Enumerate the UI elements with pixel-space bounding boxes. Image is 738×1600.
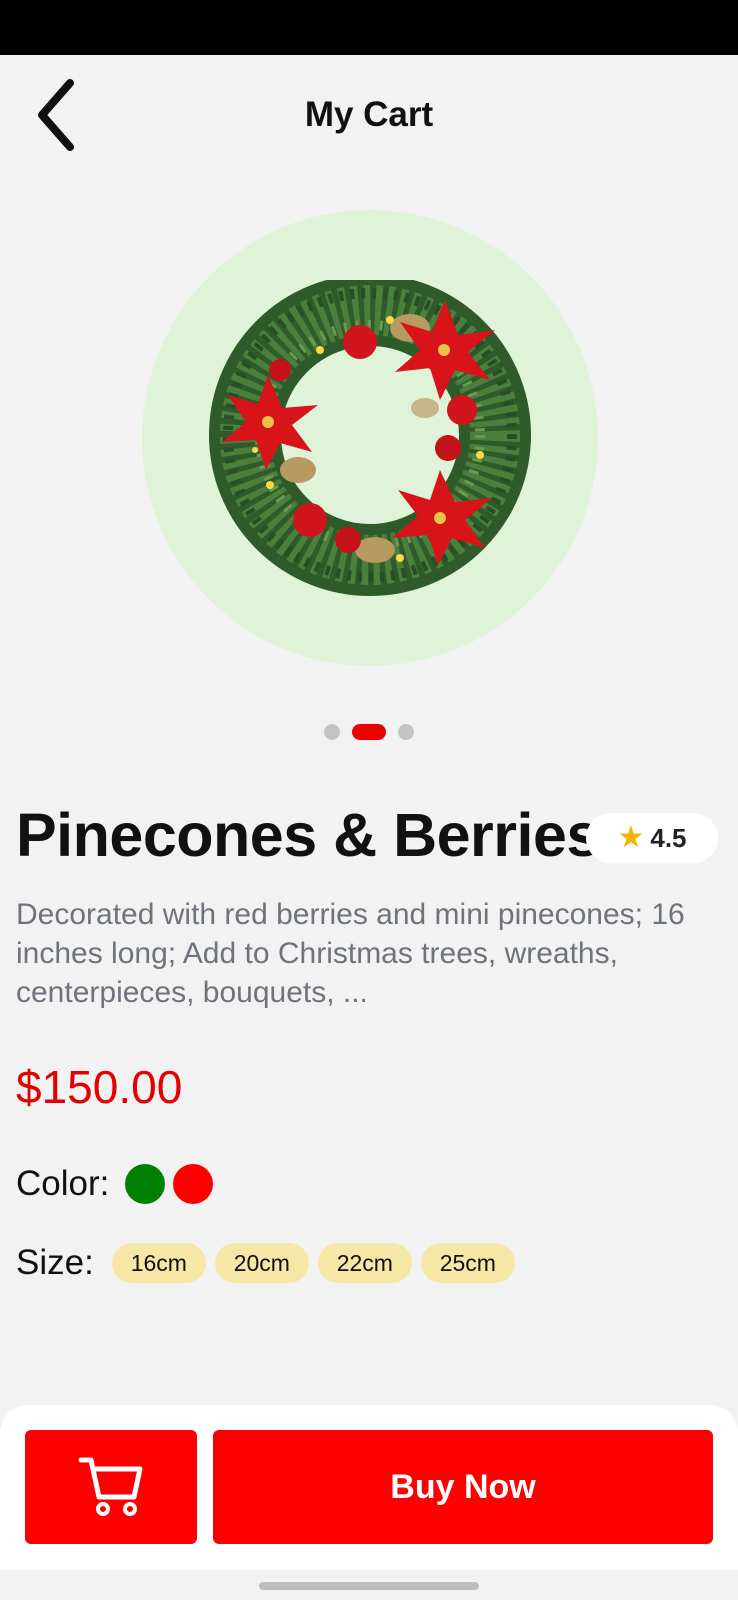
size-option[interactable]: 20cm xyxy=(214,1243,309,1283)
product-price: $150.00 xyxy=(16,1061,183,1113)
size-selector: Size: 16cm 20cm 22cm 25cm xyxy=(16,1243,524,1283)
bottom-action-bar: Buy Now xyxy=(0,1405,738,1570)
color-swatch-red[interactable] xyxy=(173,1164,214,1204)
add-to-cart-button[interactable] xyxy=(25,1430,197,1544)
size-option[interactable]: 22cm xyxy=(317,1243,412,1283)
wreath-image xyxy=(209,280,531,596)
product-title-row: Pinecones & Berries ★ 4.5 xyxy=(16,800,722,870)
home-indicator[interactable] xyxy=(259,1582,479,1590)
buy-now-button[interactable]: Buy Now xyxy=(213,1430,713,1544)
carousel-dot[interactable] xyxy=(324,724,340,740)
color-swatch-green[interactable] xyxy=(125,1164,166,1204)
size-option[interactable]: 16cm xyxy=(111,1243,206,1283)
header: My Cart xyxy=(0,55,738,175)
status-bar xyxy=(0,0,738,55)
product-image-carousel[interactable] xyxy=(142,210,598,666)
page-title: My Cart xyxy=(304,95,434,134)
size-label: Size: xyxy=(16,1243,94,1282)
color-label: Color: xyxy=(16,1164,110,1203)
rating-badge: ★ 4.5 xyxy=(586,813,718,863)
carousel-dot[interactable] xyxy=(398,724,414,740)
rating-value: 4.5 xyxy=(650,822,687,853)
carousel-dot-active[interactable] xyxy=(352,724,386,740)
product-title: Pinecones & Berries xyxy=(16,801,600,869)
cart-icon xyxy=(78,1457,143,1516)
size-option[interactable]: 25cm xyxy=(420,1243,515,1283)
product-description: Decorated with red berries and mini pine… xyxy=(16,898,685,1009)
carousel-indicator xyxy=(0,724,738,740)
color-selector: Color: xyxy=(16,1162,221,1206)
star-icon: ★ xyxy=(617,821,645,854)
